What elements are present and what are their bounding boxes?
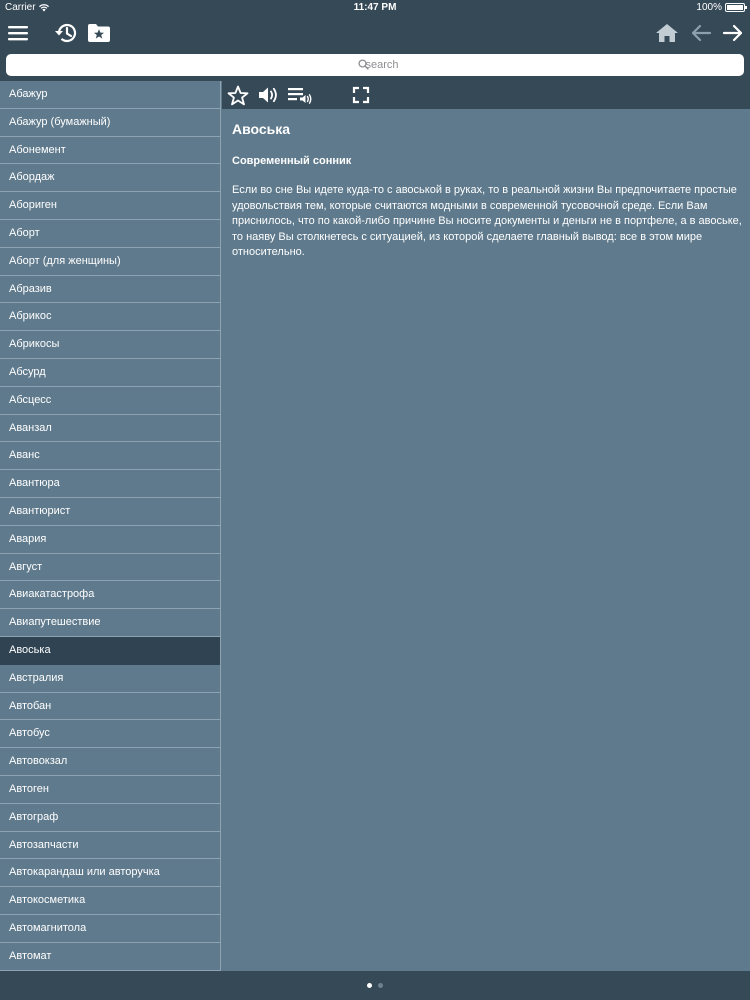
search-icon [358, 59, 369, 70]
favorite-button[interactable] [226, 81, 250, 109]
list-item[interactable]: Абориген [0, 192, 220, 220]
list-item[interactable]: Авиапутешествие [0, 609, 220, 637]
status-time: 11:47 PM [353, 2, 397, 13]
article: Авоська Современный сонник Если во сне В… [232, 109, 742, 261]
search-input[interactable] [6, 54, 744, 76]
battery-info: 100% [696, 2, 747, 13]
status-bar: Carrier 11:47 PM 100% [0, 0, 750, 16]
list-item[interactable]: Авиакатастрофа [0, 581, 220, 610]
top-navigation-bar [0, 16, 750, 50]
list-item[interactable]: Абрикос [0, 303, 220, 332]
search-box[interactable] [6, 54, 744, 76]
list-item[interactable]: Автокарандаш или авторучка [0, 859, 220, 888]
list-item[interactable]: Авантюрист [0, 498, 220, 526]
battery-icon [725, 3, 747, 12]
list-item[interactable]: Абразив [0, 276, 220, 304]
page-indicator[interactable] [0, 983, 750, 988]
history-icon [55, 23, 77, 43]
favorites-folder-button[interactable] [85, 16, 113, 50]
menu-button[interactable] [4, 16, 32, 50]
article-body: Если во сне Вы идете куда-то с авоськой … [232, 184, 742, 258]
fullscreen-icon [352, 86, 370, 104]
word-list: Абажур Абажур (бумажный) Абонемент Абордаж А… [0, 81, 221, 971]
list-item[interactable]: Аборт (для женщины) [0, 248, 220, 276]
list-item[interactable]: Абордаж [0, 164, 220, 193]
pronounce-button[interactable] [256, 81, 280, 109]
list-item[interactable]: Автобус [0, 720, 220, 749]
star-icon [227, 85, 249, 105]
list-item[interactable]: Абрикосы [0, 331, 220, 359]
article-title: Авоська [232, 121, 291, 137]
list-item[interactable]: Автозапчасти [0, 832, 220, 860]
list-item[interactable]: Аванс [0, 442, 220, 471]
list-item[interactable]: Автокосметика [0, 887, 220, 915]
list-item[interactable]: Автомагнитола [0, 915, 220, 943]
list-item[interactable]: Автограф [0, 804, 220, 832]
list-item[interactable]: Абажур [0, 81, 220, 109]
article-toolbar [222, 81, 750, 109]
home-button[interactable] [654, 16, 680, 50]
favorites-folder-icon [88, 24, 110, 42]
list-item[interactable]: Автобан [0, 693, 220, 721]
list-item[interactable]: Автовокзал [0, 748, 220, 776]
list-item[interactable]: Авария [0, 526, 220, 554]
list-item[interactable]: Август [0, 554, 220, 582]
list-item[interactable]: Абажур (бумажный) [0, 109, 220, 137]
read-aloud-button[interactable] [286, 81, 314, 109]
list-item[interactable]: Автоген [0, 776, 220, 804]
article-source: Современный сонник [232, 155, 352, 167]
list-item[interactable]: Абсцесс [0, 387, 220, 415]
list-item[interactable]: Авантюра [0, 470, 220, 498]
list-item[interactable]: Австралия [0, 665, 220, 693]
home-icon [656, 24, 678, 42]
arrow-left-icon [691, 24, 712, 42]
speaker-icon [259, 87, 277, 103]
bottom-bar [0, 971, 750, 1000]
list-item[interactable]: Автомат [0, 943, 220, 971]
forward-button[interactable] [720, 16, 746, 50]
page-dot[interactable] [378, 983, 383, 988]
arrow-right-icon [722, 24, 743, 42]
list-item[interactable]: Авоська [0, 636, 220, 665]
search-bar [0, 50, 750, 81]
list-item[interactable]: Абонемент [0, 137, 220, 165]
list-item[interactable]: Аванзал [0, 415, 220, 443]
list-item[interactable]: Абсурд [0, 359, 220, 387]
list-item[interactable]: Аборт [0, 220, 220, 248]
fullscreen-button[interactable] [350, 81, 372, 109]
history-button[interactable] [52, 16, 80, 50]
menu-icon [8, 26, 28, 41]
article-panel: Авоська Современный сонник Если во сне В… [222, 81, 750, 971]
back-button[interactable] [688, 16, 714, 50]
page-dot[interactable] [367, 983, 372, 988]
playlist-audio-icon [288, 88, 312, 104]
battery-percent: 100% [696, 2, 722, 13]
